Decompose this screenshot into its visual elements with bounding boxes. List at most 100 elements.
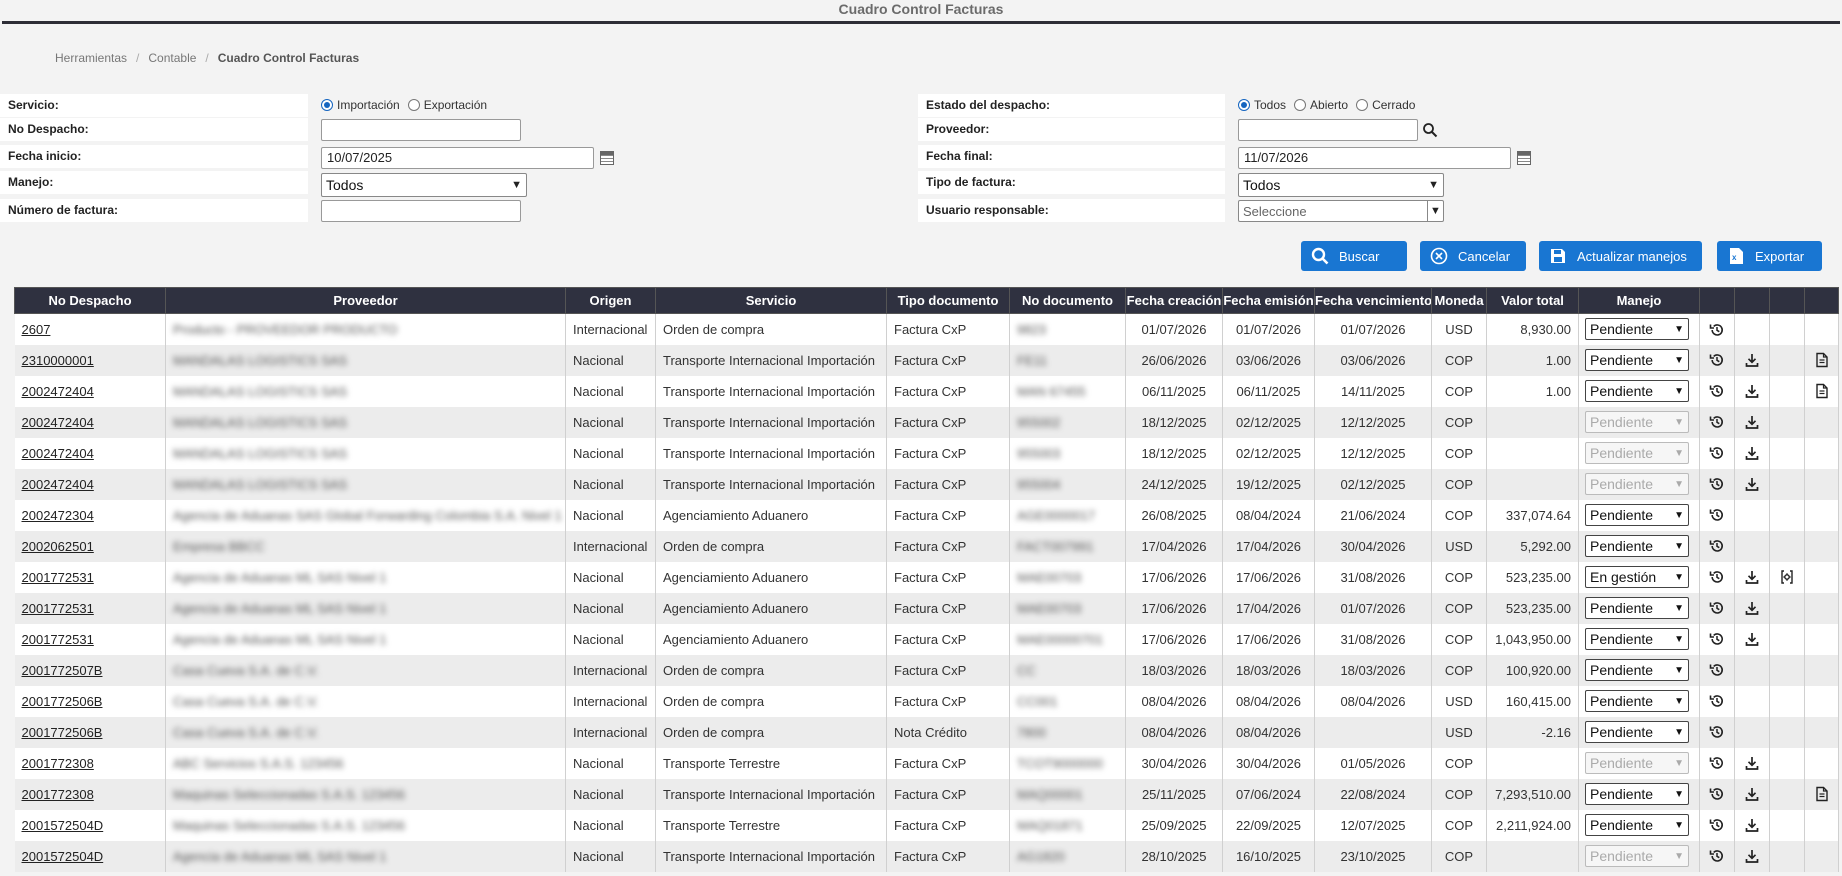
history-icon[interactable] [1709,507,1725,522]
manejo-row-select[interactable]: Pendiente ▼ [1585,814,1689,836]
col-fecha-vencimiento[interactable]: Fecha vencimiento [1314,287,1432,314]
document-icon[interactable] [1814,383,1830,399]
manejo-row-select[interactable]: Pendiente ▼ [1585,318,1689,341]
history-icon[interactable] [1709,817,1725,832]
history-icon[interactable] [1709,724,1725,739]
download-icon[interactable] [1744,755,1760,771]
document-icon[interactable] [1814,786,1830,802]
manejo-row-select[interactable]: Pendiente ▼ [1585,535,1689,557]
despacho-link[interactable]: 2001772308 [14,747,166,779]
history-icon[interactable] [1709,569,1725,584]
no-documento-cell: 955004 [1009,468,1126,500]
despacho-link[interactable]: 2001572504D [14,809,166,841]
download-icon[interactable] [1744,631,1760,647]
download-icon[interactable] [1744,414,1760,430]
history-icon[interactable] [1709,662,1725,677]
manejo-row-select[interactable]: Pendiente ▼ [1585,783,1689,805]
col-servicio[interactable]: Servicio [655,287,887,314]
usuario-select[interactable]: Seleccione ▼ [1238,200,1444,222]
history-icon[interactable] [1709,755,1725,770]
despacho-link[interactable]: 2002472304 [14,499,166,531]
despacho-link[interactable]: 2002472404 [14,375,166,407]
history-icon[interactable] [1709,631,1725,646]
manejo-select[interactable]: Todos ▼ [321,173,527,197]
estado-abierto-radio[interactable] [1294,99,1307,111]
history-icon[interactable] [1709,848,1725,863]
despacho-link[interactable]: 2001772506B [14,716,166,748]
cancelar-button[interactable]: Cancelar [1420,241,1526,271]
despacho-link[interactable]: 2310000001 [14,344,166,376]
despacho-link[interactable]: 2002472404 [14,406,166,438]
manejo-row-select[interactable]: Pendiente ▼ [1585,597,1689,619]
manejo-row-select[interactable]: Pendiente ▼ [1585,721,1689,743]
despacho-link[interactable]: 2001772531 [14,561,166,593]
fecha-final-input[interactable]: 11/07/2026 [1238,147,1511,169]
despacho-input[interactable] [321,119,521,141]
manejo-row-select[interactable]: Pendiente ▼ [1585,504,1689,526]
manejo-row-select[interactable]: Pendiente ▼ [1585,690,1689,712]
manejo-row-select[interactable]: Pendiente ▼ [1585,380,1689,402]
download-icon[interactable] [1744,786,1760,802]
document-icon[interactable] [1814,352,1830,368]
history-icon[interactable] [1709,445,1725,460]
manejo-row-select[interactable]: En gestión ▼ [1585,566,1689,588]
col-valor-total[interactable]: Valor total [1486,287,1579,314]
download-icon[interactable] [1744,352,1760,368]
breadcrumb-contable[interactable]: Contable [148,51,196,65]
tipo-factura-select[interactable]: Todos ▼ [1238,173,1444,197]
col-proveedor[interactable]: Proveedor [165,287,566,314]
download-icon[interactable] [1744,600,1760,616]
col-origen[interactable]: Origen [565,287,656,314]
col-fecha-creacion[interactable]: Fecha creación [1125,287,1223,314]
download-icon[interactable] [1744,476,1760,492]
col-fecha-emision[interactable]: Fecha emisión [1222,287,1315,314]
despacho-link[interactable]: 2001572504D [14,840,166,872]
history-icon[interactable] [1709,786,1725,801]
exportar-button[interactable]: x Exportar [1717,241,1822,271]
manejo-row-select[interactable]: Pendiente ▼ [1585,628,1689,650]
despacho-link[interactable]: 2002472404 [14,437,166,469]
servicio-importacion-radio[interactable] [321,99,333,111]
manejo-row-select[interactable]: Pendiente ▼ [1585,349,1689,371]
search-icon[interactable] [1422,122,1438,138]
manage-icon[interactable] [1779,569,1795,584]
history-icon[interactable] [1709,600,1725,615]
servicio-exportacion-radio[interactable] [407,99,420,111]
despacho-link[interactable]: 2002062501 [14,530,166,562]
history-icon[interactable] [1709,321,1725,336]
calendar-icon[interactable] [1517,151,1531,165]
calendar-icon[interactable] [600,151,614,165]
download-icon[interactable] [1744,848,1760,864]
download-icon[interactable] [1744,383,1760,399]
history-icon[interactable] [1709,476,1725,491]
estado-cerrado-radio[interactable] [1356,99,1369,111]
breadcrumb-herramientas[interactable]: Herramientas [55,51,127,65]
buscar-button[interactable]: Buscar [1301,241,1407,271]
col-no-documento[interactable]: No documento [1009,287,1126,314]
despacho-link[interactable]: 2001772506B [14,685,166,717]
history-icon[interactable] [1709,383,1725,398]
despacho-link[interactable]: 2001772507B [14,654,166,686]
history-icon[interactable] [1709,414,1725,429]
estado-todos-radio[interactable] [1238,99,1250,111]
despacho-link[interactable]: 2001772531 [14,592,166,624]
actualizar-manejos-button[interactable]: Actualizar manejos [1539,241,1702,271]
history-icon[interactable] [1709,693,1725,708]
fecha-inicio-input[interactable]: 10/07/2025 [321,147,594,169]
despacho-link[interactable]: 2001772531 [14,623,166,655]
despacho-link[interactable]: 2002472404 [14,468,166,500]
download-icon[interactable] [1744,569,1760,585]
col-no-despacho[interactable]: No Despacho [14,287,166,314]
col-tipo-documento[interactable]: Tipo documento [886,287,1010,314]
proveedor-input[interactable] [1238,119,1418,141]
col-manejo[interactable]: Manejo [1578,287,1700,314]
download-icon[interactable] [1744,817,1760,833]
despacho-link[interactable]: 2001772308 [14,778,166,810]
download-icon[interactable] [1744,445,1760,461]
factura-input[interactable] [321,200,521,222]
history-icon[interactable] [1709,352,1725,367]
despacho-link[interactable]: 2607 [14,313,166,345]
history-icon[interactable] [1709,538,1725,553]
col-moneda[interactable]: Moneda [1431,287,1487,314]
manejo-row-select[interactable]: Pendiente ▼ [1585,659,1689,681]
